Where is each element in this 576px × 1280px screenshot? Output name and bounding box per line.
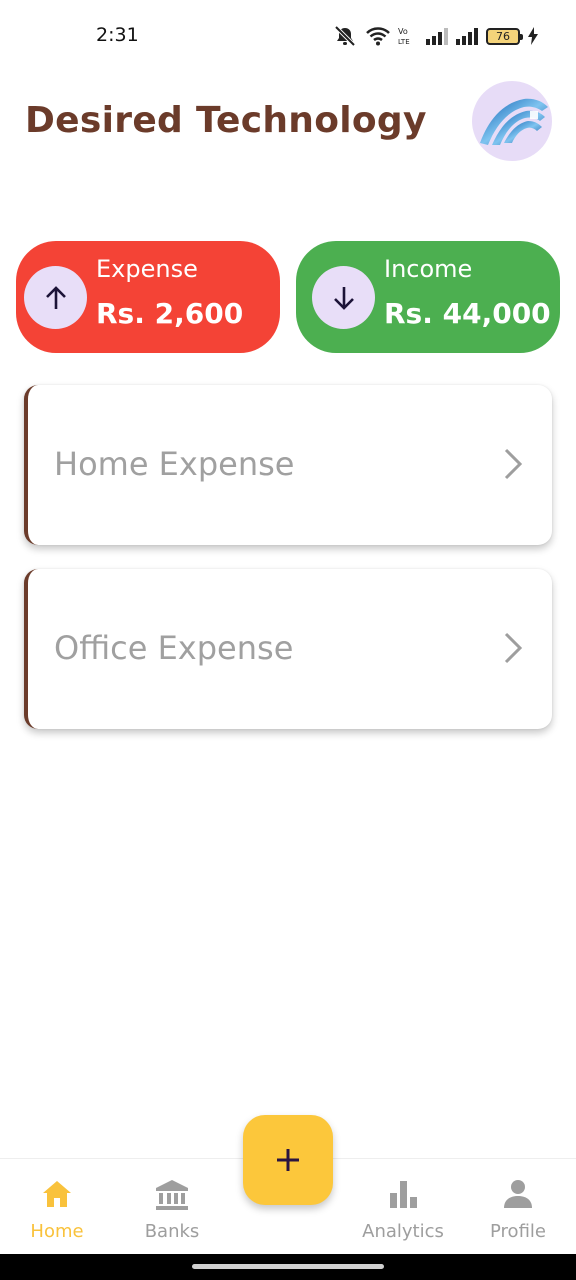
home-expense-card[interactable]: Home Expense <box>24 385 552 545</box>
add-button[interactable] <box>243 1115 333 1205</box>
person-icon <box>504 1180 532 1208</box>
battery-indicator: 76 <box>486 27 523 45</box>
signal-icon-1 <box>426 28 448 45</box>
nav-item-banks[interactable]: Banks <box>122 1159 222 1255</box>
expense-amount: Rs. 2,600 <box>96 297 244 330</box>
charging-icon <box>528 27 538 45</box>
arrow-up-icon <box>45 285 66 309</box>
income-amount: Rs. 44,000 <box>384 297 551 330</box>
nav-label-banks: Banks <box>144 1221 200 1242</box>
system-gesture-bar <box>0 1254 576 1280</box>
page-title: Desired Technology <box>25 100 427 141</box>
volte-icon: Vo LTE <box>398 27 410 46</box>
income-label: Income <box>384 255 473 283</box>
arrow-down-icon <box>333 286 354 310</box>
company-logo-icon <box>480 98 548 145</box>
home-icon <box>43 1181 71 1207</box>
wifi-icon <box>366 27 390 46</box>
office-expense-label: Office Expense <box>54 629 294 667</box>
plus-icon <box>277 1149 299 1171</box>
bank-icon <box>156 1180 188 1210</box>
office-expense-card[interactable]: Office Expense <box>24 569 552 729</box>
gesture-handle[interactable] <box>192 1264 384 1269</box>
chevron-right-icon <box>504 632 523 664</box>
status-bar: 2:31 Vo LTE 76 <box>0 0 576 70</box>
nav-item-profile[interactable]: Profile <box>468 1159 568 1255</box>
expense-icon-circle <box>24 266 87 329</box>
chevron-right-icon <box>504 448 523 480</box>
svg-text:Vo: Vo <box>398 27 408 36</box>
avatar[interactable] <box>472 81 552 161</box>
nav-label-profile: Profile <box>490 1221 546 1242</box>
bar-chart-icon <box>390 1181 417 1208</box>
signal-icon-2 <box>456 28 478 45</box>
expense-summary-card[interactable]: Expense Rs. 2,600 <box>16 241 280 353</box>
nav-item-analytics[interactable]: Analytics <box>353 1159 453 1255</box>
nav-item-home[interactable]: Home <box>7 1159 107 1255</box>
home-expense-label: Home Expense <box>54 445 295 483</box>
svg-text:LTE: LTE <box>398 38 410 46</box>
nav-label-analytics: Analytics <box>362 1221 444 1242</box>
status-time: 2:31 <box>96 24 139 46</box>
expense-label: Expense <box>96 255 198 283</box>
status-icons: Vo LTE 76 <box>332 24 538 48</box>
mute-icon <box>334 25 356 47</box>
income-icon-circle <box>312 266 375 329</box>
income-summary-card[interactable]: Income Rs. 44,000 <box>296 241 560 353</box>
nav-label-home: Home <box>30 1221 84 1242</box>
